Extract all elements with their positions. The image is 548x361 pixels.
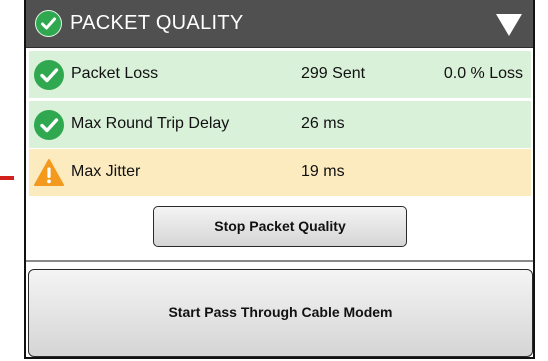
panel-title: PACKET QUALITY <box>70 12 244 34</box>
panel-header[interactable]: PACKET QUALITY <box>26 0 533 48</box>
row-value: 299 Sent <box>301 65 366 82</box>
stop-packet-quality-button[interactable]: Stop Packet Quality <box>153 206 407 247</box>
start-pass-through-cable-modem-button[interactable]: Start Pass Through Cable Modem <box>28 269 533 357</box>
row-extra: 0.0 % Loss <box>443 65 523 82</box>
row-label: Max Jitter <box>71 163 141 180</box>
row-value: 19 ms <box>301 163 345 180</box>
row-label: Max Round Trip Delay <box>71 115 230 132</box>
check-icon <box>35 10 62 37</box>
check-icon <box>34 60 64 90</box>
warning-icon <box>34 158 64 188</box>
result-row-packet-loss: Packet Loss 299 Sent 0.0 % Loss <box>29 51 531 98</box>
check-icon <box>34 110 64 140</box>
row-label: Packet Loss <box>71 65 159 82</box>
collapse-toggle-icon[interactable] <box>495 13 523 37</box>
result-row-max-jitter: Max Jitter 19 ms <box>29 149 531 196</box>
result-row-max-round-trip-delay: Max Round Trip Delay 26 ms <box>29 101 531 148</box>
annotation-marker <box>0 176 14 180</box>
packet-quality-panel: PACKET QUALITY Packet Loss 299 Sent 0.0 … <box>24 0 535 359</box>
row-value: 26 ms <box>301 115 345 132</box>
section-divider <box>26 260 533 262</box>
